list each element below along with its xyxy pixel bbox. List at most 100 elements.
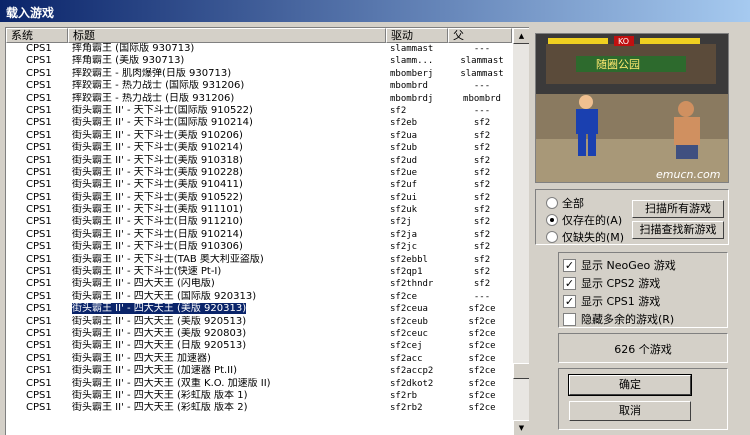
cancel-button[interactable]: 取消 — [569, 401, 691, 421]
radio-existing-dot[interactable] — [546, 214, 558, 226]
checkbox-cps2[interactable]: ✓ 显示 CPS2 游戏 — [563, 275, 660, 291]
radio-existing[interactable]: 仅存在的(A) — [546, 212, 622, 228]
scan-all-button[interactable]: 扫描所有游戏 — [632, 200, 724, 218]
row-parent: sf2ce — [468, 304, 496, 315]
radio-missing-label: 仅缺失的(M) — [562, 231, 625, 244]
table-row[interactable]: CPS1 街头霸王 II' - 天下斗士(日版 911210) sf2j sf2 — [6, 216, 512, 228]
table-row[interactable]: CPS1 街头霸王 II' - 天下斗士(国际版 910214) sf2eb sf2 — [6, 117, 512, 129]
table-row[interactable]: CPS1 街头霸王 II' - 天下斗士(美版 910522) sf2ui sf2 — [6, 192, 512, 204]
scroll-thumb[interactable] — [513, 363, 529, 379]
row-system: CPS1 — [26, 191, 52, 203]
table-row[interactable]: CPS1 街头霸王 II' - 天下斗士(美版 910318) sf2ud sf2 — [6, 155, 512, 167]
column-header-driver[interactable]: 驱动 — [386, 28, 448, 43]
row-system: CPS1 — [26, 241, 52, 253]
row-driver: sf2eb — [390, 118, 418, 129]
row-parent: sf2 — [473, 118, 491, 129]
table-row[interactable]: CPS1 街头霸王 II' - 四大天王 加速器) sf2acc sf2ce — [6, 353, 512, 365]
list-scrollbar[interactable]: ▲ ▼ — [513, 28, 529, 435]
row-parent: --- — [473, 81, 491, 92]
row-system: CPS1 — [26, 104, 52, 116]
row-driver: sf2qp1 — [390, 267, 423, 278]
row-driver: sf2ceuc — [390, 328, 428, 339]
radio-all-label: 全部 — [562, 197, 584, 210]
radio-missing[interactable]: 仅缺失的(M) — [546, 229, 624, 245]
checkbox-neogeo[interactable]: ✓ 显示 NeoGeo 游戏 — [563, 257, 676, 273]
table-row[interactable]: CPS1 街头霸王 II' - 天下斗士(日版 910214) sf2ja sf2 — [6, 229, 512, 241]
row-system: CPS1 — [26, 67, 52, 79]
row-title: 街头霸王 II' - 天下斗士(美版 910522) — [72, 191, 243, 203]
radio-missing-dot[interactable] — [546, 231, 558, 243]
table-row[interactable]: CPS1 街头霸王 II' - 四大天王 (彩虹版 版本 1) sf2rb sf2ce — [6, 390, 512, 402]
table-row[interactable]: CPS1 摔角霸王 (国际版 930713) slammast --- — [6, 43, 512, 55]
table-row[interactable]: CPS1 摔跤霸王 - 肌肉爆弹(日版 930713) mbomberj slamma… — [6, 68, 512, 80]
row-driver: sf2ce — [390, 291, 418, 302]
table-row[interactable]: CPS1 街头霸王 II' - 天下斗士(美版 910206) sf2ua sf2 — [6, 130, 512, 142]
ok-button[interactable]: 确定 — [568, 374, 692, 396]
checkbox-cps1-label: 显示 CPS1 游戏 — [581, 295, 661, 308]
table-row[interactable]: CPS1 街头霸王 II' - 天下斗士(美版 911101) sf2uk sf2 — [6, 204, 512, 216]
table-row[interactable]: CPS1 摔跤霸王 - 热力战士 (国际版 931206) mbombrd --- — [6, 80, 512, 92]
table-row[interactable]: CPS1 街头霸王 II' - 四大天王 (美版 920803) sf2ceuc sf… — [6, 328, 512, 340]
table-row[interactable]: CPS1 街头霸王 II' - 四大天王 (双重 K.O. 加速版 II) sf2d… — [6, 378, 512, 390]
row-title: 街头霸王 II' - 天下斗士(快速 Pt-I) — [72, 266, 222, 278]
table-row[interactable]: CPS1 街头霸王 II' - 天下斗士(国际版 910522) sf2 --- — [6, 105, 512, 117]
list-rows: CPS1 摔角霸王 (国际版 930713) slammast --- CPS1 摔角霸王… — [6, 43, 512, 415]
row-system: CPS1 — [26, 315, 52, 327]
table-row[interactable]: CPS1 街头霸王 II' - 天下斗士(快速 Pt-I) sf2qp1 sf2 — [6, 266, 512, 278]
column-header-title[interactable]: 标题 — [68, 28, 386, 43]
table-row[interactable]: CPS1 摔角霸王 (美版 930713) slamm... slammast — [6, 55, 512, 67]
table-row[interactable]: CPS1 街头霸王 II' - 四大天王 (国际版 920313) sf2ce --- — [6, 291, 512, 303]
row-parent: sf2 — [473, 267, 491, 278]
row-system: CPS1 — [26, 154, 52, 166]
row-system: CPS1 — [26, 303, 52, 315]
row-system: CPS1 — [26, 365, 52, 377]
table-row[interactable]: CPS1 街头霸王 II' - 天下斗士(TAB 奥大利亚盗版) sf2ebbl sf… — [6, 254, 512, 266]
table-row[interactable]: CPS1 街头霸王 II' - 天下斗士(日版 910306) sf2jc sf2 — [6, 241, 512, 253]
checkbox-neogeo-box[interactable]: ✓ — [563, 258, 576, 272]
action-group: 确定 取消 — [558, 368, 728, 430]
column-header-parent[interactable]: 父 — [448, 28, 512, 43]
radio-all-dot[interactable] — [546, 197, 558, 209]
row-parent: sf2 — [473, 229, 491, 240]
radio-all[interactable]: 全部 — [546, 195, 584, 211]
row-system: CPS1 — [26, 166, 52, 178]
checkbox-hide-extra-label: 隐藏多余的游戏(R) — [581, 313, 675, 326]
table-row[interactable]: CPS1 摔跤霸王 - 热力战士 (日版 931206) mbombrdj mbomb… — [6, 93, 512, 105]
checkbox-hide-extra-box[interactable] — [563, 312, 576, 326]
row-parent: sf2 — [473, 205, 491, 216]
table-row[interactable]: CPS1 街头霸王 II' - 四大天王 (加速器 Pt.II) sf2accp2 s… — [6, 365, 512, 377]
table-row[interactable]: CPS1 街头霸王 II' - 天下斗士(美版 910228) sf2ue sf2 — [6, 167, 512, 179]
row-system: CPS1 — [26, 92, 52, 104]
row-system: CPS1 — [26, 402, 52, 414]
scroll-up-button[interactable]: ▲ — [513, 28, 529, 44]
row-driver: sf2ud — [390, 155, 418, 166]
row-system: CPS1 — [26, 266, 52, 278]
scroll-down-button[interactable]: ▼ — [513, 420, 529, 435]
table-row[interactable]: CPS1 街头霸王 II' - 四大天王 (闪电版) sf2thndr sf2 — [6, 278, 512, 290]
checkbox-cps1[interactable]: ✓ 显示 CPS1 游戏 — [563, 293, 660, 309]
game-list[interactable]: 系统 标题 驱动 父 CPS1 摔角霸王 (国际版 930713) slammast… — [5, 27, 529, 435]
row-parent: sf2ce — [468, 366, 496, 377]
row-parent: sf2 — [473, 279, 491, 290]
row-parent: sf2ce — [468, 341, 496, 352]
row-system: CPS1 — [26, 179, 52, 191]
row-parent: --- — [473, 105, 491, 116]
checkbox-cps2-box[interactable]: ✓ — [563, 276, 576, 290]
table-row[interactable]: CPS1 街头霸王 II' - 四大天王 (日版 920513) sf2cej sf2… — [6, 340, 512, 352]
table-row[interactable]: CPS1 街头霸王 II' - 四大天王 (彩虹版 版本 2) sf2rb2 sf2c… — [6, 402, 512, 414]
row-driver: mbombrdj — [390, 93, 434, 104]
table-row[interactable]: CPS1 街头霸王 II' - 天下斗士(美版 910214) sf2ub sf2 — [6, 142, 512, 154]
column-header-system[interactable]: 系统 — [6, 28, 68, 43]
row-driver: sf2rb2 — [390, 403, 423, 414]
table-row[interactable]: CPS1 街头霸王 II' - 四大天王 (美版 920513) sf2ceub sf… — [6, 316, 512, 328]
scan-new-button[interactable]: 扫描查找新游戏 — [632, 221, 724, 239]
selected-title: 街头霸王 II' - 四大天王 (美版 920313) — [72, 303, 247, 315]
table-row[interactable]: CPS1 街头霸王 II' - 四大天王 (美版 920313) sf2ceua sf… — [6, 303, 512, 315]
checkbox-hide-extra[interactable]: 隐藏多余的游戏(R) — [563, 311, 674, 327]
table-row[interactable]: CPS1 街头霸王 II' - 天下斗士(美版 910411) sf2uf sf2 — [6, 179, 512, 191]
row-driver: sf2acc — [390, 353, 423, 364]
row-driver: sf2 — [390, 105, 407, 116]
row-system: CPS1 — [26, 389, 52, 401]
row-driver: sf2ui — [390, 192, 418, 203]
checkbox-cps1-box[interactable]: ✓ — [563, 294, 576, 308]
